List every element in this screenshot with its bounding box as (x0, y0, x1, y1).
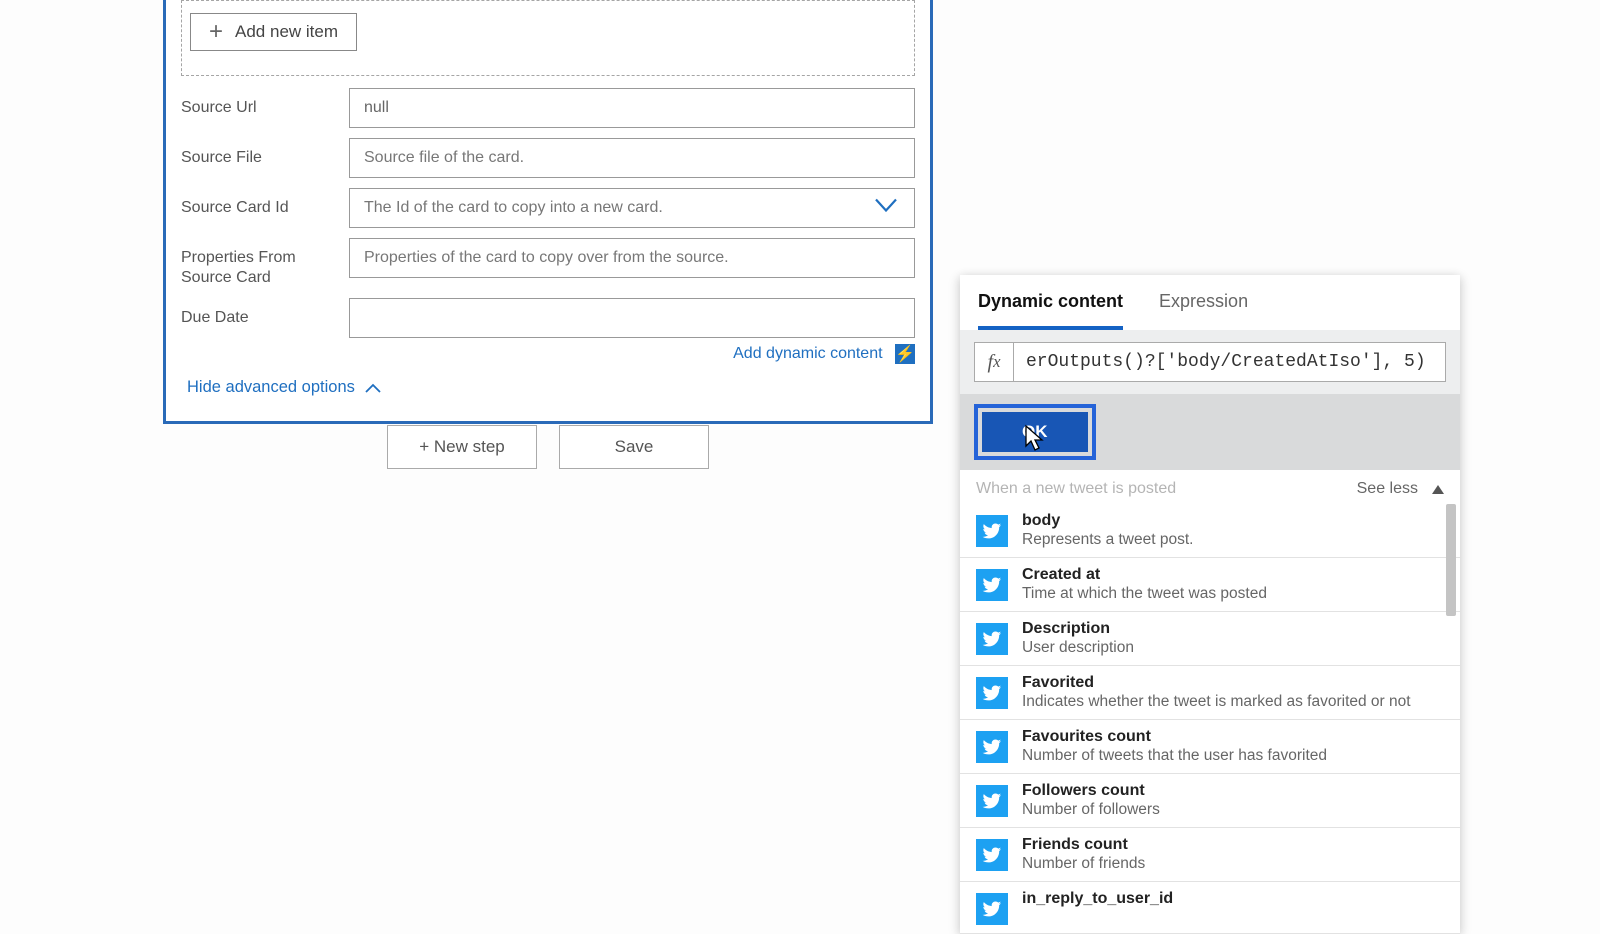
dc-item-title: Description (1022, 620, 1134, 638)
dc-item-desc: Number of tweets that the user has favor… (1022, 747, 1327, 765)
field-row-source-url: Source Url (181, 88, 915, 128)
dc-item-desc: User description (1022, 639, 1134, 657)
dc-item-title: body (1022, 512, 1193, 530)
tab-dynamic-content[interactable]: Dynamic content (978, 291, 1123, 330)
save-button[interactable]: Save (559, 425, 709, 469)
scrollbar-thumb[interactable] (1446, 504, 1456, 616)
dc-item-desc: Number of friends (1022, 855, 1145, 873)
footer-buttons: + New step Save (163, 425, 933, 469)
dynamic-content-panel: Dynamic content Expression fx OK When a … (960, 275, 1460, 934)
dc-item-desc: Number of followers (1022, 801, 1160, 819)
twitter-icon (976, 839, 1008, 871)
dc-item-desc: Time at which the tweet was posted (1022, 585, 1267, 603)
expression-input-row: fx (960, 330, 1460, 394)
input-source-file[interactable] (349, 138, 915, 178)
label-source-card-id: Source Card Id (181, 188, 349, 218)
dynamic-content-item[interactable]: FavoritedIndicates whether the tweet is … (960, 666, 1460, 720)
twitter-icon (976, 623, 1008, 655)
select-source-card-id[interactable] (349, 188, 915, 228)
dynamic-content-item[interactable]: Friends countNumber of friends (960, 828, 1460, 882)
ok-button-highlight: OK (974, 404, 1096, 460)
label-source-file: Source File (181, 138, 349, 168)
plus-icon: + (209, 20, 223, 44)
ok-button-row: OK (960, 394, 1460, 470)
field-row-properties-from-source: Properties From Source Card (181, 238, 915, 288)
twitter-icon (976, 515, 1008, 547)
section-title: When a new tweet is posted (976, 480, 1176, 498)
dynamic-section-header: When a new tweet is posted See less (960, 470, 1460, 504)
dc-item-desc: Indicates whether the tweet is marked as… (1022, 693, 1411, 711)
label-due-date: Due Date (181, 298, 349, 328)
dynamic-content-badge-icon[interactable]: ⚡ (895, 344, 915, 364)
twitter-icon (976, 893, 1008, 925)
add-dynamic-content-label: Add dynamic content (733, 345, 882, 362)
input-due-date[interactable] (349, 298, 915, 338)
collapse-triangle-icon[interactable] (1432, 485, 1444, 494)
tab-expression[interactable]: Expression (1159, 291, 1248, 330)
input-properties-from-source[interactable] (349, 238, 915, 278)
twitter-icon (976, 731, 1008, 763)
dynamic-content-item[interactable]: Favourites countNumber of tweets that th… (960, 720, 1460, 774)
field-row-source-file: Source File (181, 138, 915, 178)
label-properties-from-source: Properties From Source Card (181, 238, 349, 288)
chevron-up-icon (365, 383, 381, 393)
field-row-source-card-id: Source Card Id (181, 188, 915, 228)
add-new-item-label: Add new item (235, 22, 338, 42)
hide-advanced-label: Hide advanced options (187, 378, 355, 397)
add-dynamic-content-row: Add dynamic content ⚡ (181, 344, 915, 364)
dynamic-content-item[interactable]: in_reply_to_user_id (960, 882, 1460, 934)
flow-step-card: + Add new item Source Url Source File So… (163, 0, 933, 424)
add-new-item-button[interactable]: + Add new item (190, 13, 357, 51)
see-less-link[interactable]: See less (1357, 480, 1418, 498)
new-step-button[interactable]: + New step (387, 425, 537, 469)
field-row-due-date: Due Date (181, 298, 915, 338)
dynamic-content-tabs: Dynamic content Expression (960, 275, 1460, 330)
dc-item-title: Friends count (1022, 836, 1145, 854)
dynamic-content-list: bodyRepresents a tweet post.Created atTi… (960, 504, 1460, 934)
dc-item-desc: Represents a tweet post. (1022, 531, 1193, 549)
twitter-icon (976, 569, 1008, 601)
twitter-icon (976, 677, 1008, 709)
twitter-icon (976, 785, 1008, 817)
dc-item-title: Followers count (1022, 782, 1160, 800)
fx-icon: fx (974, 342, 1014, 382)
ok-button[interactable]: OK (982, 412, 1088, 452)
dynamic-content-item[interactable]: Created atTime at which the tweet was po… (960, 558, 1460, 612)
hide-advanced-options-toggle[interactable]: Hide advanced options (181, 364, 915, 403)
add-dynamic-content-link[interactable]: Add dynamic content (733, 345, 887, 362)
dc-item-title: Favorited (1022, 674, 1411, 692)
dc-item-title: Created at (1022, 566, 1267, 584)
add-item-area: + Add new item (181, 0, 915, 76)
expression-input[interactable] (1014, 342, 1446, 382)
dc-item-title: Favourites count (1022, 728, 1327, 746)
dc-item-title: in_reply_to_user_id (1022, 890, 1173, 908)
dynamic-content-item[interactable]: bodyRepresents a tweet post. (960, 504, 1460, 558)
input-source-url[interactable] (349, 88, 915, 128)
dynamic-content-item[interactable]: DescriptionUser description (960, 612, 1460, 666)
label-source-url: Source Url (181, 88, 349, 118)
dynamic-content-item[interactable]: Followers countNumber of followers (960, 774, 1460, 828)
